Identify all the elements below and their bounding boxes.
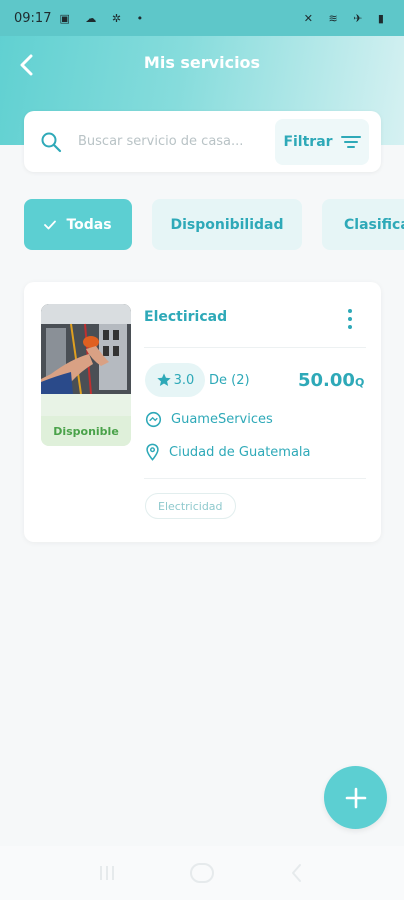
rating-value: 3.0: [173, 372, 195, 388]
divider: [144, 478, 366, 479]
nav-back-button[interactable]: [282, 858, 312, 888]
status-time: 09:17: [14, 10, 52, 26]
chip-clasificacion[interactable]: Clasificación: [322, 199, 404, 250]
location-name: Ciudad de Guatemala: [169, 444, 311, 460]
chip-label: Todas: [66, 216, 112, 233]
search-bar: Filtrar: [24, 111, 381, 172]
chip-label: Disponibilidad: [170, 216, 284, 233]
chip-todas[interactable]: Todas: [24, 199, 132, 250]
page-title: Mis servicios: [143, 53, 261, 72]
service-title[interactable]: Electiricad: [144, 309, 227, 325]
check-icon: [44, 220, 57, 229]
service-price: 50.00Q: [298, 370, 364, 391]
search-icon: [41, 132, 62, 152]
filter-label: Filtrar: [283, 133, 333, 150]
search-input[interactable]: [78, 134, 275, 149]
home-icon: [189, 863, 214, 883]
service-thumbnail: Disponible: [41, 304, 131, 446]
chip-label: Clasificación: [344, 216, 404, 233]
rating-pill: 3.0: [145, 363, 205, 397]
provider-icon: [145, 411, 162, 428]
notification-icons: ▣ ☁ ✲ •: [59, 11, 150, 25]
location-pin-icon: [146, 443, 159, 461]
add-service-button[interactable]: [324, 766, 387, 829]
filter-icon: [340, 135, 361, 148]
home-button[interactable]: [187, 858, 217, 888]
provider-name: GuameServices: [171, 412, 273, 427]
review-count: De (2): [209, 373, 250, 388]
system-icons: ✕ ≋ ✈ ▮: [303, 11, 390, 25]
chip-disponibilidad[interactable]: Disponibilidad: [152, 199, 302, 250]
nav-back-icon: [291, 864, 301, 882]
recents-icon: [100, 866, 115, 880]
more-vert-icon: [348, 309, 352, 313]
availability-badge: Disponible: [41, 416, 131, 446]
more-vert-icon-dot: [348, 325, 352, 329]
category-tag: Electricidad: [145, 493, 236, 519]
more-options-button[interactable]: [340, 307, 360, 331]
provider-row: GuameServices: [145, 411, 273, 428]
status-bar: 09:17 ▣ ☁ ✲ • ✕ ≋ ✈ ▮: [0, 0, 404, 36]
more-vert-icon-dot: [348, 317, 352, 321]
filter-button[interactable]: Filtrar: [275, 118, 369, 165]
price-currency: Q: [354, 376, 365, 389]
star-icon: [156, 373, 171, 386]
service-card[interactable]: Disponible Electiricad 3.0 De (2) 50.00Q…: [24, 282, 381, 542]
location-row: Ciudad de Guatemala: [145, 443, 311, 461]
divider: [144, 347, 366, 348]
filter-chips: Todas Disponibilidad Clasificación: [24, 199, 404, 251]
price-value: 50.00: [298, 370, 355, 391]
system-nav-bar: [0, 846, 404, 900]
service-image: [41, 304, 131, 394]
plus-icon: [345, 787, 366, 808]
recents-button[interactable]: [92, 858, 122, 888]
